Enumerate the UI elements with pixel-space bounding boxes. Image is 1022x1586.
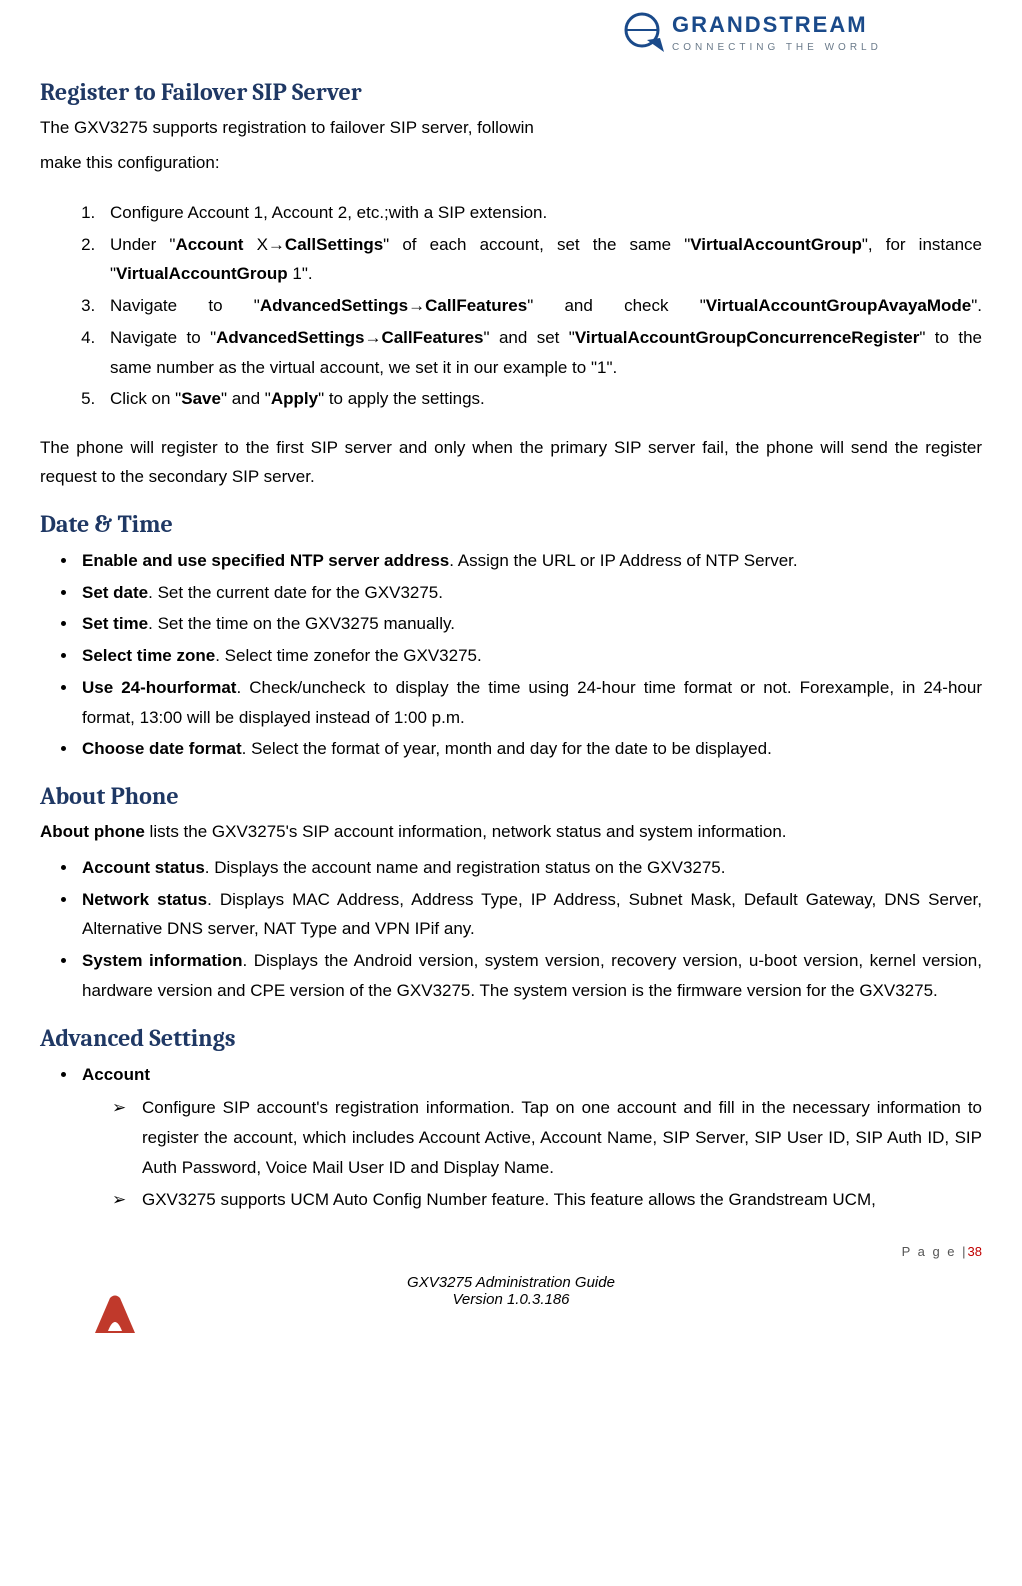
list-item: Click on "Save" and "Apply" to apply the… <box>100 384 982 414</box>
logo-tagline-text: CONNECTING THE WORLD <box>672 42 882 53</box>
heading-date-time: Date & Time <box>40 510 982 538</box>
footer-title: GXV3275 Administration Guide <box>40 1274 982 1291</box>
list-item: Use 24-hourformat. Check/uncheck to disp… <box>78 673 982 733</box>
list-item: Account Configure SIP account's registra… <box>78 1060 982 1215</box>
list-item: Navigate to "AdvancedSettings→CallFeatur… <box>100 323 982 383</box>
brand-logo: GRANDSTREAM CONNECTING THE WORLD <box>40 10 982 60</box>
list-item: Configure SIP account's registration inf… <box>112 1093 982 1182</box>
advanced-settings-list: Account Configure SIP account's registra… <box>40 1060 982 1215</box>
date-time-list: Enable and use specified NTP server addr… <box>40 546 982 764</box>
list-item: System information. Displays the Android… <box>78 946 982 1006</box>
heading-advanced-settings: Advanced Settings <box>40 1024 982 1052</box>
list-item: Set date. Set the current date for the G… <box>78 578 982 608</box>
list-item: Configure Account 1, Account 2, etc.;wit… <box>100 198 982 228</box>
list-item: GXV3275 supports UCM Auto Config Number … <box>112 1185 982 1215</box>
paragraph: The phone will register to the first SIP… <box>40 434 982 492</box>
list-item: Under "Account X→CallSettings" of each a… <box>100 230 982 290</box>
page-footer: P a g e |38 GXV3275 Administration Guide… <box>40 1274 982 1328</box>
list-item: Network status. Displays MAC Address, Ad… <box>78 885 982 945</box>
list-item: Set time. Set the time on the GXV3275 ma… <box>78 609 982 639</box>
steps-list: Configure Account 1, Account 2, etc.;wit… <box>40 198 982 414</box>
list-item: Navigate to "AdvancedSettings→CallFeatur… <box>100 291 982 321</box>
heading-about-phone: About Phone <box>40 782 982 810</box>
flame-icon <box>90 1293 140 1333</box>
heading-register-failover: Register to Failover SIP Server <box>40 78 982 106</box>
paragraph: make this configuration: <box>40 149 982 178</box>
paragraph: About phone lists the GXV3275's SIP acco… <box>40 818 982 847</box>
account-sublist: Configure SIP account's registration inf… <box>82 1093 982 1214</box>
list-item: Select time zone. Select time zonefor th… <box>78 641 982 671</box>
list-item: Choose date format. Select the format of… <box>78 734 982 764</box>
list-item: Account status. Displays the account nam… <box>78 853 982 883</box>
page-number: P a g e |38 <box>902 1244 982 1259</box>
list-item: Enable and use specified NTP server addr… <box>78 546 982 576</box>
paragraph: The GXV3275 supports registration to fai… <box>40 114 982 143</box>
footer-version: Version 1.0.3.186 <box>40 1291 982 1308</box>
logo-brand-text: GRANDSTREAM <box>672 12 868 37</box>
about-phone-list: Account status. Displays the account nam… <box>40 853 982 1006</box>
